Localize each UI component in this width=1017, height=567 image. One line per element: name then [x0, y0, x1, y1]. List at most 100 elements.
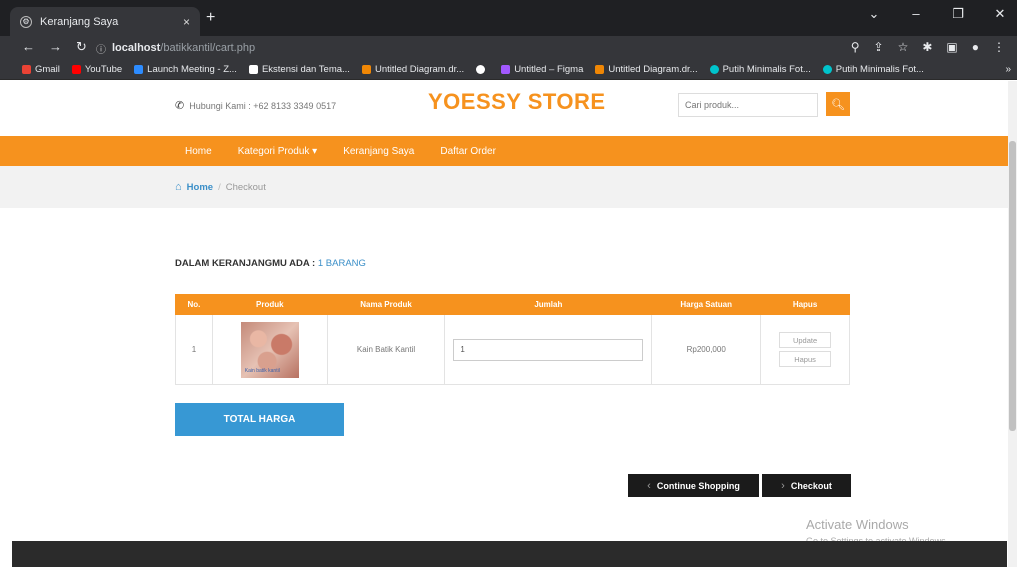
nav-buttons: ← → ↻	[22, 39, 87, 55]
total-price-button[interactable]: TOTAL HARGA	[175, 403, 344, 436]
scrollbar-thumb[interactable]	[1009, 141, 1016, 431]
bookmark-item[interactable]: YouTube	[71, 64, 122, 75]
profile-icon[interactable]: ●	[972, 40, 979, 54]
update-button[interactable]: Update	[779, 332, 832, 348]
quantity-input[interactable]	[453, 338, 644, 361]
store-logo[interactable]: YOESSY STORE	[428, 89, 606, 115]
menu-icon[interactable]: ⋮	[993, 40, 1005, 54]
bookmark-favicon-icon	[248, 65, 258, 74]
bookmark-favicon-icon	[134, 65, 144, 74]
nav-kategori-produk[interactable]: Kategori Produk ▾	[238, 146, 318, 157]
tab-close-icon[interactable]: ×	[183, 15, 190, 29]
extensions-icon[interactable]: ✱	[922, 40, 932, 54]
checkout-button[interactable]: › Checkout	[762, 474, 851, 497]
col-jumlah: Jumlah	[444, 294, 653, 315]
bookmark-favicon-icon	[822, 65, 832, 74]
bookmark-favicon-icon	[709, 65, 719, 74]
bookmark-item[interactable]: Untitled Diagram.dr...	[595, 64, 698, 75]
minimize-icon[interactable]: –	[907, 6, 925, 22]
bookmarks-more-icon[interactable]: »	[1005, 64, 1011, 75]
bookmark-item[interactable]: Putih Minimalis Fot...	[822, 64, 924, 75]
tab-title: Keranjang Saya	[40, 15, 119, 28]
table-header-row: No. Produk Nama Produk Jumlah Harga Satu…	[175, 294, 850, 315]
row-actions: Update Hapus	[760, 314, 850, 385]
cart-count-label: DALAM KERANJANGMU ADA :	[175, 258, 316, 269]
col-produk: Produk	[211, 294, 328, 315]
product-image[interactable]: Kain batik kantil	[240, 321, 299, 378]
maximize-icon[interactable]: ❐	[949, 6, 967, 22]
search-icon: 🔍︎	[831, 98, 845, 111]
search-button[interactable]: 🔍︎	[826, 92, 850, 116]
main-nav: Home Kategori Produk ▾ Keranjang Saya Da…	[0, 136, 1017, 166]
zoom-icon[interactable]: ⚲	[851, 40, 860, 54]
close-window-icon[interactable]: ✕	[991, 6, 1009, 22]
url-path: /batikkantil/cart.php	[160, 42, 256, 54]
bookmark-item[interactable]: Untitled – Figma	[501, 64, 583, 75]
url-bar[interactable]: ⓘ localhost /batikkantil/cart.php	[96, 38, 846, 58]
contact-text: Hubungi Kami : +62 8133 3349 0517	[189, 100, 337, 111]
breadcrumb-separator: /	[218, 181, 221, 193]
sidepanel-icon[interactable]: ▣	[946, 40, 957, 54]
activate-windows-title: Activate Windows	[806, 517, 909, 532]
browser-tab[interactable]: ⚙ Keranjang Saya ×	[10, 7, 200, 36]
back-icon[interactable]: ←	[22, 39, 35, 55]
breadcrumb: ⌂ Home / Checkout	[0, 166, 1017, 208]
continue-shopping-button[interactable]: ‹ Continue Shopping	[628, 474, 759, 497]
page-scrollbar[interactable]	[1008, 81, 1017, 567]
url-host: localhost	[112, 42, 161, 54]
delete-button[interactable]: Hapus	[779, 351, 832, 367]
col-nama-produk: Nama Produk	[326, 294, 446, 315]
search-input[interactable]	[678, 93, 818, 117]
continue-shopping-label: Continue Shopping	[656, 480, 740, 491]
nav-daftar-order[interactable]: Daftar Order	[440, 146, 496, 157]
contact-info: ✆ Hubungi Kami : +62 8133 3349 0517	[175, 99, 336, 112]
new-tab-button[interactable]: +	[206, 9, 215, 27]
bookmark-item[interactable]	[476, 65, 489, 74]
breadcrumb-current: Checkout	[225, 181, 266, 193]
tab-favicon-icon: ⚙	[20, 15, 32, 28]
address-row: ← → ↻ ⓘ localhost /batikkantil/cart.php …	[0, 36, 1017, 60]
bookmark-favicon-icon	[595, 65, 605, 74]
chevron-right-icon: ›	[781, 479, 785, 492]
row-qty-cell	[444, 314, 653, 385]
phone-icon: ✆	[175, 100, 185, 112]
nav-home[interactable]: Home	[185, 146, 212, 157]
bookmark-item[interactable]: Gmail	[22, 64, 60, 75]
table-row: 1 Kain batik kantil Kain Batik Kantil Rp…	[175, 314, 850, 385]
nav-keranjang-saya[interactable]: Keranjang Saya	[343, 146, 414, 157]
forward-icon[interactable]: →	[49, 39, 62, 55]
chevron-left-icon: ‹	[647, 479, 651, 492]
info-icon[interactable]: ⓘ	[96, 41, 106, 56]
bookmark-item[interactable]: Ekstensi dan Tema...	[248, 64, 350, 75]
bookmark-favicon-icon	[361, 65, 371, 74]
col-no: No.	[175, 294, 213, 315]
cart-table: No. Produk Nama Produk Jumlah Harga Satu…	[175, 294, 850, 385]
product-image-caption: Kain batik kantil	[244, 367, 280, 374]
bookmarks-bar: Gmail YouTube Launch Meeting - Z... Ekst…	[0, 60, 1017, 80]
row-product-name: Kain Batik Kantil	[326, 314, 446, 385]
row-product-image-cell: Kain batik kantil	[211, 314, 328, 385]
checkout-label: Checkout	[790, 480, 832, 491]
bookmark-item[interactable]: Launch Meeting - Z...	[134, 64, 237, 75]
row-no: 1	[175, 314, 213, 385]
omnibox-actions: ⚲ ⇪ ☆ ✱ ▣ ● ⋮	[851, 40, 1005, 54]
window-controls: ⌄ – ❐ ✕	[865, 6, 1009, 22]
bookmark-item[interactable]: Untitled Diagram.dr...	[361, 64, 464, 75]
page-footer	[12, 541, 1007, 567]
home-icon: ⌂	[175, 181, 182, 193]
bookmark-favicon-icon	[22, 65, 31, 74]
breadcrumb-home[interactable]: Home	[187, 182, 213, 193]
browser-tabbar: ⚙ Keranjang Saya × + ⌄ – ❐ ✕	[0, 0, 1017, 36]
bookmark-favicon-icon	[501, 65, 511, 74]
page-content: ✆ Hubungi Kami : +62 8133 3349 0517 YOES…	[0, 81, 1017, 567]
bookmark-item[interactable]: Putih Minimalis Fot...	[709, 64, 811, 75]
star-icon[interactable]: ☆	[898, 40, 909, 54]
col-hapus: Hapus	[760, 294, 850, 315]
reload-icon[interactable]: ↻	[76, 39, 87, 55]
tab-search-icon[interactable]: ⌄	[865, 6, 883, 22]
bookmark-favicon-icon	[71, 65, 81, 74]
cart-count-value: 1 BARANG	[317, 258, 366, 269]
share-icon[interactable]: ⇪	[874, 40, 884, 54]
row-price: Rp200,000	[651, 314, 762, 385]
bookmark-favicon-icon	[476, 65, 486, 74]
